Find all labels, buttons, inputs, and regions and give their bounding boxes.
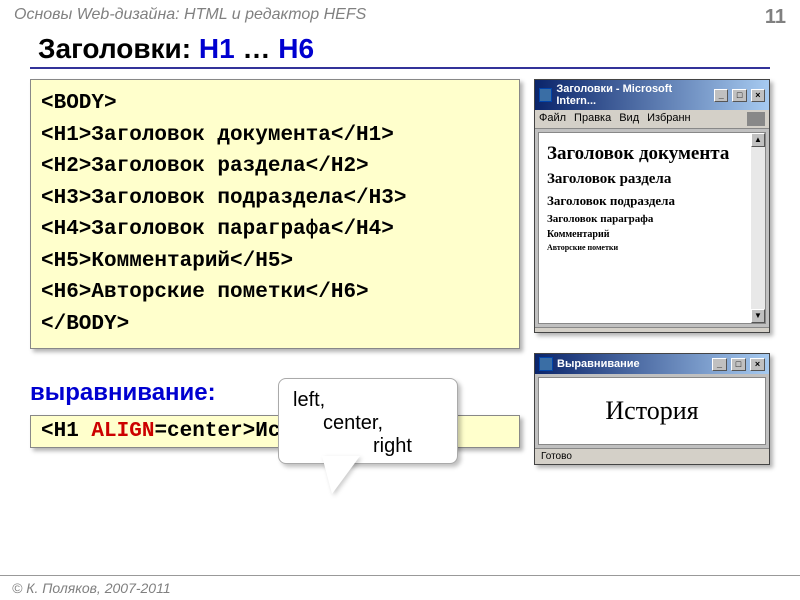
callout-align-values: left, center, right xyxy=(278,378,458,464)
favicon-icon xyxy=(539,88,552,102)
window-title: Выравнивание xyxy=(557,358,640,370)
rendered-centered-h1: История xyxy=(605,396,698,426)
browser-titlebar: Заголовки - Microsoft Intern... _ □ × xyxy=(535,80,769,110)
menu-favorites[interactable]: Избранн xyxy=(647,112,691,126)
code-line: </BODY> xyxy=(41,309,509,341)
code-line: <H4>Заголовок параграфа</H4> xyxy=(41,214,509,246)
browser-statusbar xyxy=(535,327,769,332)
title-ellipsis: … xyxy=(235,33,279,64)
callout-line: right xyxy=(293,435,443,458)
code-open: <H1 xyxy=(41,420,91,443)
footer-copyright: © К. Поляков, 2007-2011 xyxy=(0,575,800,600)
minimize-button[interactable]: _ xyxy=(714,89,728,102)
callout-line: center, xyxy=(293,412,443,435)
title-h1: H1 xyxy=(199,33,235,64)
browser-statusbar: Готово xyxy=(535,448,769,464)
browser-titlebar: Выравнивание _ □ × xyxy=(535,354,769,374)
page-number: 11 xyxy=(765,6,786,29)
menu-chevron-icon[interactable] xyxy=(747,112,765,126)
close-button[interactable]: × xyxy=(750,358,765,371)
code-line: <H2>Заголовок раздела</H2> xyxy=(41,151,509,183)
code-attr: ALIGN xyxy=(91,420,154,443)
minimize-button[interactable]: _ xyxy=(712,358,727,371)
callout-line: left, xyxy=(293,389,443,412)
scroll-up-icon[interactable]: ▲ xyxy=(751,133,765,147)
code-line: <H5>Комментарий</H5> xyxy=(41,246,509,278)
maximize-button[interactable]: □ xyxy=(732,89,746,102)
title-prefix: Заголовки: xyxy=(38,33,199,64)
title-h6: H6 xyxy=(278,33,314,64)
maximize-button[interactable]: □ xyxy=(731,358,746,371)
rendered-h3: Заголовок подраздела xyxy=(547,193,757,209)
browser-preview-headings: Заголовки - Microsoft Intern... _ □ × Фа… xyxy=(534,79,770,333)
menu-view[interactable]: Вид xyxy=(619,112,639,126)
scrollbar[interactable]: ▲ ▼ xyxy=(751,133,765,323)
code-line: <H3>Заголовок подраздела</H3> xyxy=(41,183,509,215)
code-line: <H6>Авторские пометки</H6> xyxy=(41,277,509,309)
status-text: Готово xyxy=(541,451,572,462)
slide-title: Заголовки: H1 … H6 xyxy=(30,33,770,69)
browser-viewport: История xyxy=(538,377,766,445)
code-line: <H1>Заголовок документа</H1> xyxy=(41,120,509,152)
rendered-h6: Авторские пометки xyxy=(547,243,757,252)
menu-edit[interactable]: Правка xyxy=(574,112,611,126)
code-block-headings: <BODY> <H1>Заголовок документа</H1> <H2>… xyxy=(30,79,520,349)
rendered-h2: Заголовок раздела xyxy=(547,171,757,188)
browser-preview-align: Выравнивание _ □ × История Готово xyxy=(534,353,770,465)
rendered-h4: Заголовок параграфа xyxy=(547,213,757,225)
close-button[interactable]: × xyxy=(751,89,765,102)
browser-menubar: Файл Правка Вид Избранн xyxy=(535,110,769,129)
header-subject: Основы Web-дизайна: HTML и редактор HEFS xyxy=(14,6,366,29)
callout-tail-icon xyxy=(322,456,360,494)
scroll-down-icon[interactable]: ▼ xyxy=(751,309,765,323)
favicon-icon xyxy=(539,357,553,371)
rendered-h1: Заголовок документа xyxy=(547,143,757,165)
rendered-h5: Комментарий xyxy=(547,229,757,240)
window-title: Заголовки - Microsoft Intern... xyxy=(556,83,706,107)
code-line: <BODY> xyxy=(41,88,509,120)
menu-file[interactable]: Файл xyxy=(539,112,566,126)
browser-viewport: Заголовок документа Заголовок раздела За… xyxy=(538,132,766,324)
